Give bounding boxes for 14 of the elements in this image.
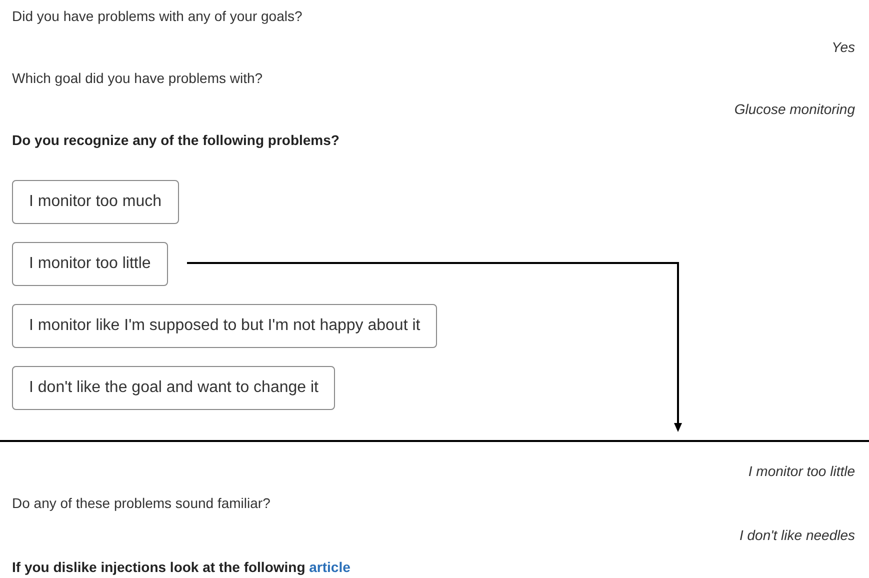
question-text: Do any of these problems sound familiar? [12,494,270,513]
answer-text: Glucose monitoring [734,100,855,119]
option-button[interactable]: I monitor too much [12,180,178,224]
prompt-text: Do you recognize any of the following problems? [12,131,340,150]
answer-text: I monitor too little [748,462,855,480]
prompt-text: If you dislike injections look at the following article [12,558,350,577]
option-button[interactable]: I monitor too little [12,242,168,286]
answer-text: Yes [832,38,855,57]
option-button[interactable]: I don't like the goal and want to change it [12,366,336,410]
article-link[interactable]: article [309,558,350,574]
answer-text: I don't like needles [739,526,855,544]
question-text: Did you have problems with any of your goals? [12,7,302,26]
option-button[interactable]: I monitor like I'm supposed to but I'm not happy about it [12,304,438,348]
question-text: Which goal did you have problems with? [12,69,263,88]
